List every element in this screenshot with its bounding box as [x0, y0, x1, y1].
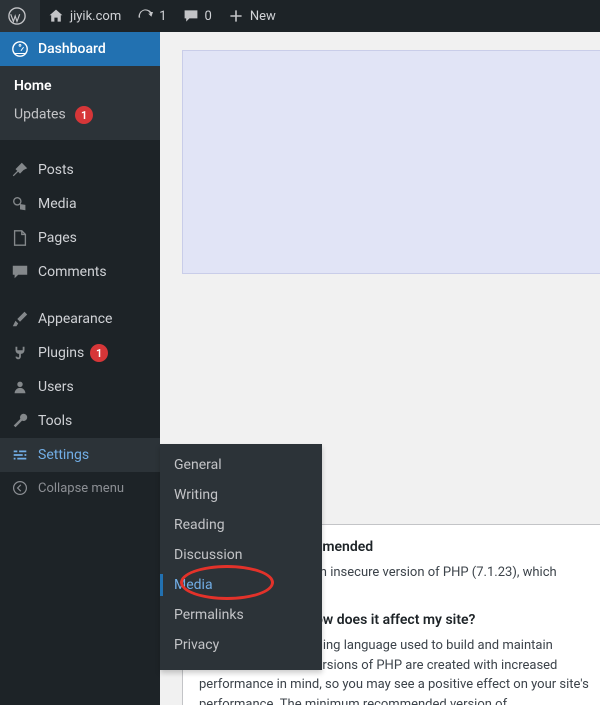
sliders-icon	[10, 446, 30, 464]
settings-flyout: General Writing Reading Discussion Media…	[160, 444, 322, 670]
refresh-icon	[137, 8, 153, 24]
refresh-count: 1	[159, 9, 166, 24]
menu-label: Dashboard	[38, 41, 106, 57]
menu-pages[interactable]: Pages	[0, 221, 160, 255]
home-icon	[48, 8, 64, 24]
menu-users[interactable]: Users	[0, 370, 160, 404]
new-link[interactable]: New	[220, 0, 284, 32]
plus-icon	[228, 8, 244, 24]
menu-tools[interactable]: Tools	[0, 404, 160, 438]
plugins-badge: 1	[90, 344, 108, 362]
site-link[interactable]: jiyik.com	[40, 0, 129, 32]
separator	[0, 293, 160, 298]
settings-reading[interactable]: Reading	[160, 510, 322, 540]
updates-badge: 1	[75, 106, 93, 124]
settings-media[interactable]: Media	[160, 570, 322, 600]
user-icon	[10, 378, 30, 396]
submenu-home[interactable]: Home	[0, 72, 160, 100]
page-icon	[10, 229, 30, 247]
submenu-updates-label: Updates	[14, 107, 66, 123]
settings-writing[interactable]: Writing	[160, 480, 322, 510]
admin-bar: jiyik.com 1 0 New	[0, 0, 600, 32]
menu-label: Settings	[38, 447, 89, 463]
separator	[0, 144, 160, 149]
comment-icon	[10, 263, 30, 281]
dashboard-submenu: Home Updates 1	[0, 66, 160, 140]
plug-icon	[10, 344, 30, 362]
menu-label: Comments	[38, 264, 107, 280]
settings-permalinks[interactable]: Permalinks	[160, 600, 322, 630]
paintbrush-icon	[10, 310, 30, 328]
menu-label: Pages	[38, 230, 77, 246]
wp-logo[interactable]	[0, 0, 40, 32]
collapse-icon	[10, 480, 30, 496]
menu-label: Appearance	[38, 311, 112, 327]
wordpress-icon	[8, 7, 26, 25]
menu-plugins[interactable]: Plugins 1	[0, 336, 160, 370]
pin-icon	[10, 161, 30, 179]
collapse-label: Collapse menu	[38, 481, 124, 496]
menu-dashboard[interactable]: Dashboard	[0, 32, 160, 66]
gauge-icon	[10, 40, 30, 58]
menu-media[interactable]: Media	[0, 187, 160, 221]
updates-link[interactable]: 1	[129, 0, 174, 32]
submenu-updates[interactable]: Updates 1	[0, 100, 160, 130]
menu-comments[interactable]: Comments	[0, 255, 160, 289]
new-label: New	[250, 9, 276, 24]
site-name: jiyik.com	[70, 9, 121, 24]
settings-privacy[interactable]: Privacy	[160, 630, 322, 660]
menu-label: Tools	[38, 413, 72, 429]
menu-label: Posts	[38, 162, 74, 178]
menu-posts[interactable]: Posts	[0, 153, 160, 187]
comment-icon	[183, 8, 199, 24]
menu-label: Media	[38, 196, 77, 212]
collapse-menu[interactable]: Collapse menu	[0, 472, 160, 504]
media-icon	[10, 195, 30, 213]
comments-count: 0	[205, 9, 212, 24]
menu-label: Users	[38, 379, 74, 395]
settings-discussion[interactable]: Discussion	[160, 540, 322, 570]
menu-appearance[interactable]: Appearance	[0, 302, 160, 336]
comments-link[interactable]: 0	[175, 0, 220, 32]
menu-settings[interactable]: Settings	[0, 438, 160, 472]
wrench-icon	[10, 412, 30, 430]
menu-label: Plugins	[38, 345, 84, 361]
admin-sidebar: Dashboard Home Updates 1 Posts Media Pag…	[0, 32, 160, 705]
welcome-panel	[182, 50, 600, 274]
settings-general[interactable]: General	[160, 450, 322, 480]
